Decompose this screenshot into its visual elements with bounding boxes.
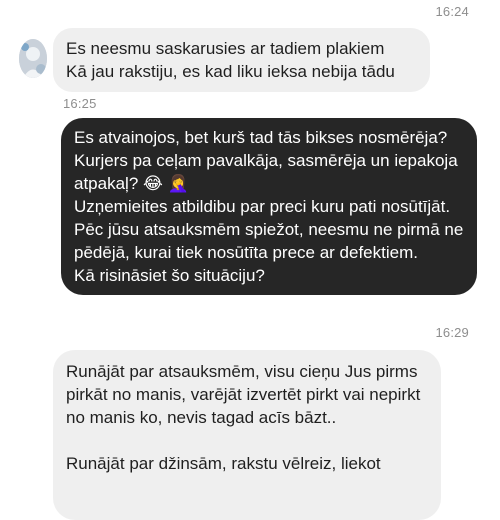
contact-avatar[interactable] [19, 39, 47, 78]
timestamp: 16:29 [435, 325, 469, 340]
avatar-image [19, 39, 47, 78]
outgoing-message[interactable]: Es atvainojos, bet kurš tad tās bikses n… [61, 118, 477, 295]
incoming-message[interactable]: Es neesmu saskarusies ar tadiem plakiem … [53, 28, 430, 92]
timestamp: 16:25 [63, 96, 97, 111]
timestamp: 16:24 [435, 4, 469, 19]
incoming-message[interactable]: Runājāt par atsauksmēm, visu cieņu Jus p… [53, 350, 441, 520]
